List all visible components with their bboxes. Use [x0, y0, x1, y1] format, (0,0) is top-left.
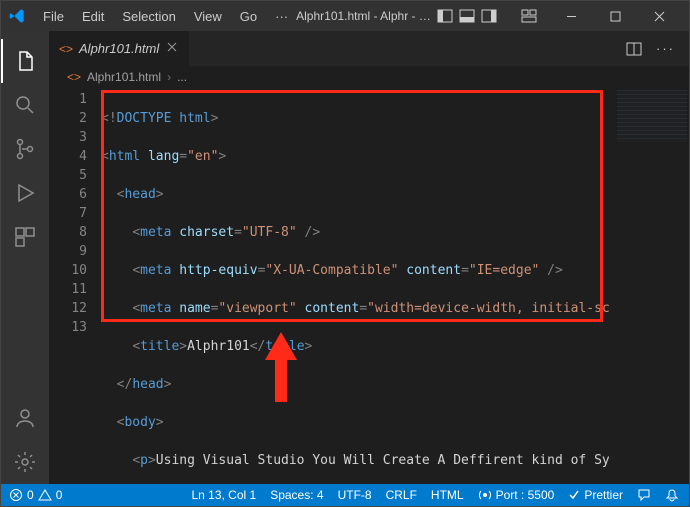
status-encoding[interactable]: UTF-8: [338, 488, 372, 502]
tab-label: Alphr101.html: [79, 41, 159, 56]
search-icon[interactable]: [1, 83, 49, 127]
feedback-icon[interactable]: [637, 488, 651, 502]
toggle-panel-right-icon[interactable]: [481, 8, 497, 24]
maximize-button[interactable]: [593, 1, 637, 31]
toggle-panel-bottom-icon[interactable]: [459, 8, 475, 24]
toggle-panel-left-icon[interactable]: [437, 8, 453, 24]
menu-bar: File Edit Selection View Go ···: [35, 5, 296, 28]
status-cursor[interactable]: Ln 13, Col 1: [191, 488, 256, 502]
title-bar: File Edit Selection View Go ··· Alphr101…: [1, 1, 689, 31]
minimap-thumb: [617, 90, 687, 142]
notifications-icon[interactable]: [665, 488, 679, 502]
settings-gear-icon[interactable]: [1, 440, 49, 484]
window-title: Alphr101.html - Alphr - Vis...: [296, 9, 437, 23]
tab-close-icon[interactable]: [165, 40, 179, 57]
editor-area: 123 456 789 101112 13 <!DOCTYPE html> <h…: [49, 88, 689, 484]
activity-bar: [1, 31, 49, 484]
tab-bar: <> Alphr101.html ···: [49, 31, 689, 66]
accounts-icon[interactable]: [1, 396, 49, 440]
status-eol[interactable]: CRLF: [386, 488, 417, 502]
minimize-button[interactable]: [549, 1, 593, 31]
vscode-logo-icon: [9, 8, 25, 24]
run-debug-icon[interactable]: [1, 171, 49, 215]
editor-tab[interactable]: <> Alphr101.html: [49, 31, 190, 66]
error-icon: [9, 488, 23, 502]
menu-file[interactable]: File: [35, 5, 72, 28]
breadcrumb-more: ...: [177, 70, 187, 84]
tab-more-icon[interactable]: ···: [656, 41, 675, 56]
check-icon: [568, 489, 580, 501]
menu-more[interactable]: ···: [267, 5, 296, 28]
extensions-icon[interactable]: [1, 215, 49, 259]
html-file-icon: <>: [67, 70, 81, 84]
layout-controls: [437, 8, 537, 24]
status-bar: 0 0 Ln 13, Col 1 Spaces: 4 UTF-8 CRLF HT…: [1, 484, 689, 506]
status-live-server[interactable]: Port : 5500: [478, 488, 555, 502]
status-prettier[interactable]: Prettier: [568, 488, 623, 502]
menu-view[interactable]: View: [186, 5, 230, 28]
breadcrumbs[interactable]: <> Alphr101.html › ...: [49, 66, 689, 88]
annotation-arrow-icon: [261, 332, 301, 402]
breadcrumb-file: Alphr101.html: [87, 70, 161, 84]
menu-go[interactable]: Go: [232, 5, 265, 28]
html-file-icon: <>: [59, 42, 73, 56]
menu-edit[interactable]: Edit: [74, 5, 112, 28]
status-spaces[interactable]: Spaces: 4: [270, 488, 323, 502]
source-control-icon[interactable]: [1, 127, 49, 171]
window-controls: [549, 1, 681, 31]
line-number-gutter: 123 456 789 101112 13: [49, 88, 101, 484]
customize-layout-icon[interactable]: [521, 8, 537, 24]
code-editor[interactable]: <!DOCTYPE html> <html lang="en"> <head> …: [101, 88, 609, 484]
minimap[interactable]: [609, 88, 689, 484]
broadcast-icon: [478, 488, 492, 502]
menu-selection[interactable]: Selection: [114, 5, 183, 28]
chevron-right-icon: ›: [167, 70, 171, 84]
close-button[interactable]: [637, 1, 681, 31]
status-language[interactable]: HTML: [431, 488, 464, 502]
status-problems[interactable]: 0 0: [9, 488, 62, 502]
explorer-icon[interactable]: [1, 39, 49, 83]
split-editor-icon[interactable]: [626, 41, 642, 57]
warning-icon: [38, 488, 52, 502]
